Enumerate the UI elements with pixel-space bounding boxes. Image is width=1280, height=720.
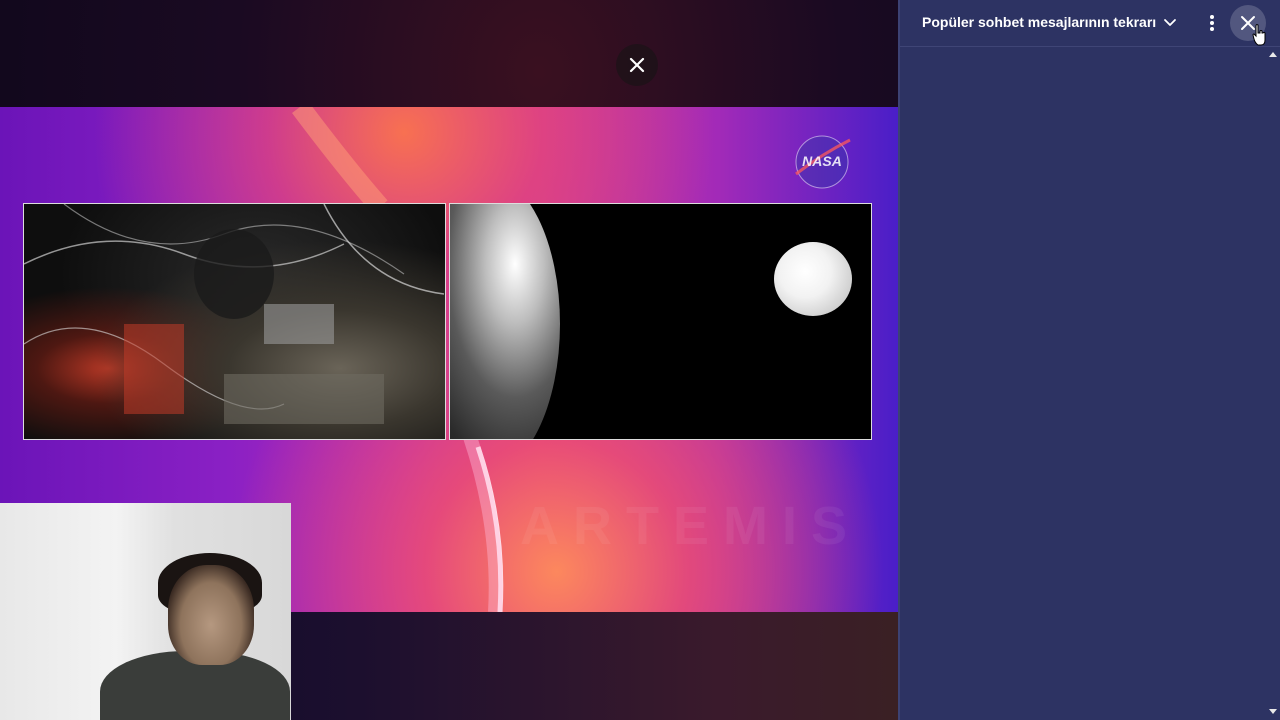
chevron-down-icon — [1164, 19, 1177, 26]
chat-title: Popüler sohbet mesajlarının tekrarı — [922, 14, 1157, 30]
nasa-logo-icon: NASA — [795, 135, 851, 189]
chat-mode-dropdown[interactable]: Popüler sohbet mesajlarının tekrarı — [922, 14, 1178, 30]
close-icon — [629, 57, 645, 73]
artemis-watermark: ARTEMIS — [520, 496, 861, 556]
chat-header: Popüler sohbet mesajlarının tekrarı — [900, 0, 1280, 47]
cabin-wires-graphic — [24, 204, 445, 424]
moon-graphic — [774, 242, 852, 316]
more-vert-icon — [1210, 15, 1214, 31]
streamer-webcam — [0, 503, 291, 720]
scroll-up-arrow-icon[interactable] — [1269, 52, 1277, 57]
chat-messages-list[interactable] — [900, 47, 1266, 720]
svg-text:NASA: NASA — [802, 153, 842, 169]
spacecraft-hull — [450, 204, 560, 439]
webcam-person-head — [168, 565, 254, 665]
chat-panel: Popüler sohbet mesajlarının tekrarı — [898, 0, 1280, 720]
cabin-camera-feed — [23, 203, 446, 440]
chat-scrollbar[interactable] — [1266, 46, 1280, 720]
scroll-down-arrow-icon[interactable] — [1269, 709, 1277, 714]
overlay-close-button[interactable] — [616, 44, 658, 86]
mouse-cursor-icon — [1252, 24, 1266, 46]
video-player[interactable]: ARTEMIS NASA — [0, 0, 898, 720]
exterior-camera-feed — [449, 203, 872, 440]
chat-menu-button[interactable] — [1200, 10, 1224, 36]
screen: ARTEMIS NASA Popüler sohbet mesajlarının… — [0, 0, 1280, 720]
